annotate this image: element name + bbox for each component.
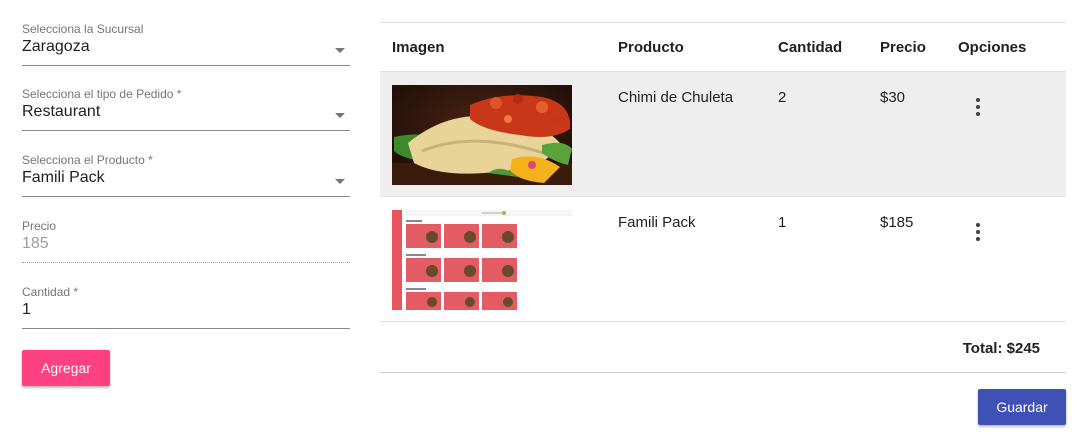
producto-label: Selecciona el Producto * [22, 153, 153, 167]
table-row[interactable]: Chimi de Chuleta 2 $30 [380, 72, 1066, 197]
agregar-button[interactable]: Agregar [22, 350, 110, 386]
product-image [392, 85, 572, 185]
table-footer: Total: $245 [380, 322, 1066, 373]
table-row[interactable]: Famili Pack 1 $185 [380, 197, 1066, 322]
cantidad-label: Cantidad * [22, 285, 79, 299]
dropdown-arrow-icon[interactable] [335, 179, 345, 184]
row-precio: $185 [880, 214, 914, 231]
row-precio: $30 [880, 89, 906, 106]
precio-underline [22, 262, 350, 263]
more-vert-icon[interactable] [968, 96, 988, 120]
header-producto: Producto [618, 39, 684, 56]
dropdown-arrow-icon[interactable] [335, 113, 345, 118]
tipo-pedido-underline [22, 130, 350, 131]
sucursal-value[interactable]: Zaragoza [22, 38, 90, 56]
precio-value: 185 [22, 235, 49, 252]
header-cantidad: Cantidad [778, 39, 843, 56]
producto-underline [22, 196, 350, 197]
tipo-pedido-label: Selecciona el tipo de Pedido * [22, 87, 182, 101]
sucursal-label: Selecciona la Sucursal [22, 22, 144, 36]
guardar-button[interactable]: Guardar [978, 389, 1066, 425]
producto-value[interactable]: Famili Pack [22, 169, 105, 187]
header-precio: Precio [880, 39, 926, 56]
tipo-pedido-value[interactable]: Restaurant [22, 103, 100, 121]
more-vert-icon[interactable] [968, 221, 988, 245]
cantidad-input[interactable]: 1 [22, 301, 31, 319]
row-cantidad: 2 [778, 89, 787, 106]
row-producto: Famili Pack [618, 214, 696, 231]
sucursal-underline [22, 65, 350, 66]
total-amount: Total: $245 [962, 340, 1040, 357]
row-cantidad: 1 [778, 214, 787, 231]
cantidad-underline [22, 328, 350, 329]
table-header: Imagen Producto Cantidad Precio Opciones [380, 22, 1066, 72]
header-imagen: Imagen [392, 39, 445, 56]
product-image [392, 210, 572, 310]
dropdown-arrow-icon[interactable] [335, 48, 345, 53]
precio-label: Precio [22, 219, 57, 233]
row-producto: Chimi de Chuleta [618, 89, 734, 106]
header-opciones: Opciones [958, 39, 1027, 56]
